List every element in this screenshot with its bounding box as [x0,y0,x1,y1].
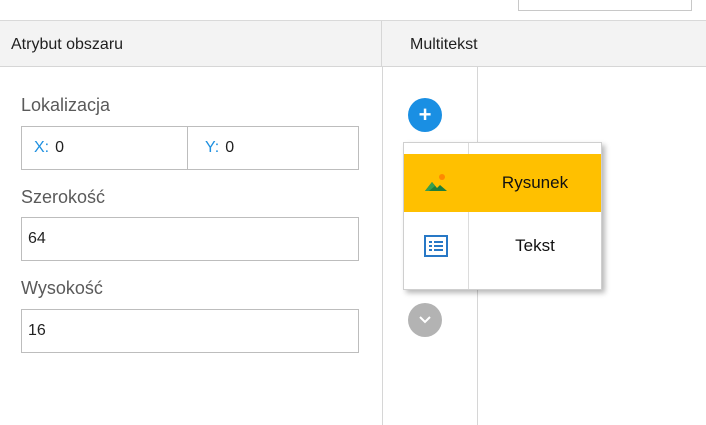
chevron-down-icon [419,316,431,324]
panel-title: Multitekst [410,36,478,53]
width-field[interactable]: 64 [21,217,359,261]
y-coordinate[interactable]: Y: 0 [205,139,234,157]
height-label: Wysokość [21,278,103,298]
x-coordinate[interactable]: X: 0 [34,139,64,157]
panel-divider [382,67,383,425]
location-field: X: 0 Y: 0 [21,126,359,170]
height-value: 16 [28,322,46,339]
image-icon [404,154,468,212]
y-value: 0 [225,139,235,156]
menu-item-text[interactable]: Tekst [404,217,601,275]
move-down-button[interactable] [408,303,442,337]
height-field[interactable]: 16 [21,309,359,353]
insert-menu: Rysunek Tekst [403,142,602,290]
top-strip [0,0,706,21]
panel-header-area-attributes: Atrybut obszaru [0,21,382,67]
panel-title: Atrybut obszaru [11,36,124,53]
menu-item-label: Tekst [515,236,555,255]
cropped-input-box [518,0,692,11]
y-label: Y: [205,139,220,156]
width-label: Szerokość [21,187,106,207]
panel-header-multitext: Multitekst [382,21,706,67]
width-value: 64 [28,230,46,247]
text-list-icon [404,217,468,275]
menu-item-image[interactable]: Rysunek [404,154,601,212]
add-button[interactable]: + [408,98,442,132]
x-label: X: [34,139,50,156]
menu-item-label: Rysunek [501,173,569,192]
field-divider [187,127,188,169]
x-value: 0 [55,139,65,156]
plus-icon: + [418,102,432,127]
location-label: Lokalizacja [21,95,111,115]
